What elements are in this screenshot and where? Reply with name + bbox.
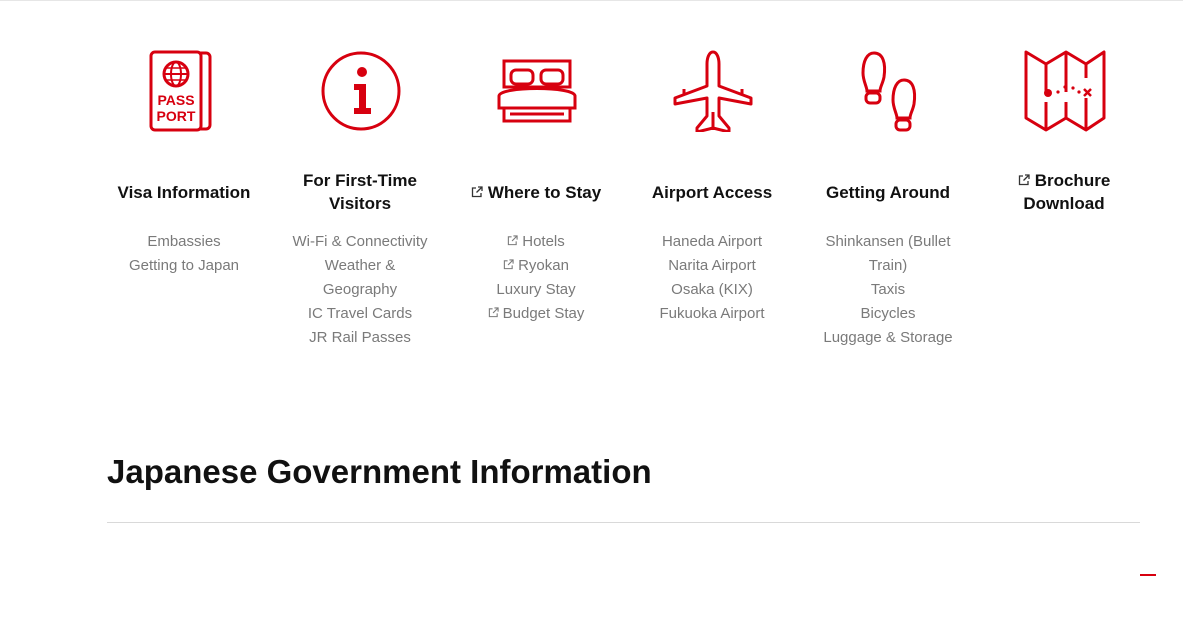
heading-first-time-visitors[interactable]: For First-Time Visitors xyxy=(272,168,448,216)
link-budget-stay[interactable]: Budget Stay xyxy=(448,302,624,326)
airplane-icon[interactable] xyxy=(672,50,754,132)
accent-dash xyxy=(1140,574,1156,576)
travel-info-columns: PASS PORT Visa Information Embassies Get… xyxy=(96,0,1152,360)
info-icon[interactable] xyxy=(320,50,402,132)
link-luxury-stay[interactable]: Luxury Stay xyxy=(448,278,624,302)
link-ryokan[interactable]: Ryokan xyxy=(448,254,624,278)
external-link-icon xyxy=(471,185,483,197)
link-jr-rail-passes[interactable]: JR Rail Passes xyxy=(272,326,448,350)
heading-where-to-stay[interactable]: Where to Stay xyxy=(448,168,624,216)
link-embassies[interactable]: Embassies xyxy=(96,230,272,254)
links-where-to-stay: Hotels Ryokan Luxury Stay Budget Stay xyxy=(448,230,624,326)
link-hotels[interactable]: Hotels xyxy=(448,230,624,254)
link-weather-geography[interactable]: Weather & Geography xyxy=(310,254,410,302)
bed-icon[interactable] xyxy=(496,50,578,132)
link-narita-airport[interactable]: Narita Airport xyxy=(624,254,800,278)
link-luggage-storage[interactable]: Luggage & Storage xyxy=(800,326,976,350)
external-link-icon xyxy=(488,307,499,318)
links-first-time: Wi-Fi & Connectivity Weather & Geography… xyxy=(272,230,448,350)
link-osaka-kix[interactable]: Osaka (KIX) xyxy=(624,278,800,302)
link-shinkansen[interactable]: Shinkansen (Bullet Train) xyxy=(818,230,958,278)
heading-airport-access[interactable]: Airport Access xyxy=(624,168,800,216)
links-getting-around: Shinkansen (Bullet Train) Taxis Bicycles… xyxy=(800,230,976,350)
link-haneda-airport[interactable]: Haneda Airport xyxy=(624,230,800,254)
link-wifi-connectivity[interactable]: Wi-Fi & Connectivity xyxy=(272,230,448,254)
link-bicycles[interactable]: Bicycles xyxy=(800,302,976,326)
passport-icon[interactable]: PASS PORT xyxy=(144,50,226,132)
link-fukuoka-airport[interactable]: Fukuoka Airport xyxy=(624,302,800,326)
heading-where-to-stay-label: Where to Stay xyxy=(487,182,602,202)
external-link-icon xyxy=(508,235,518,246)
links-visa: Embassies Getting to Japan xyxy=(96,230,272,278)
svg-text:PORT: PORT xyxy=(157,108,196,124)
footprints-icon[interactable] xyxy=(848,50,930,132)
section-divider xyxy=(107,522,1140,523)
external-link-icon xyxy=(1018,174,1030,186)
link-getting-to-japan[interactable]: Getting to Japan xyxy=(96,254,272,278)
links-airport-access: Haneda Airport Narita Airport Osaka (KIX… xyxy=(624,230,800,326)
heading-brochure-download-label: Brochure Download xyxy=(1023,171,1111,213)
section-title: Japanese Government Information xyxy=(107,453,652,490)
svg-text:PASS: PASS xyxy=(157,92,194,108)
link-taxis[interactable]: Taxis xyxy=(800,278,976,302)
external-link-icon xyxy=(503,259,514,270)
heading-getting-around[interactable]: Getting Around xyxy=(800,168,976,216)
link-ic-travel-cards[interactable]: IC Travel Cards xyxy=(272,302,448,326)
map-icon[interactable] xyxy=(1024,50,1106,132)
heading-visa-information[interactable]: Visa Information xyxy=(96,168,272,216)
heading-brochure-download[interactable]: Brochure Download xyxy=(976,168,1152,216)
